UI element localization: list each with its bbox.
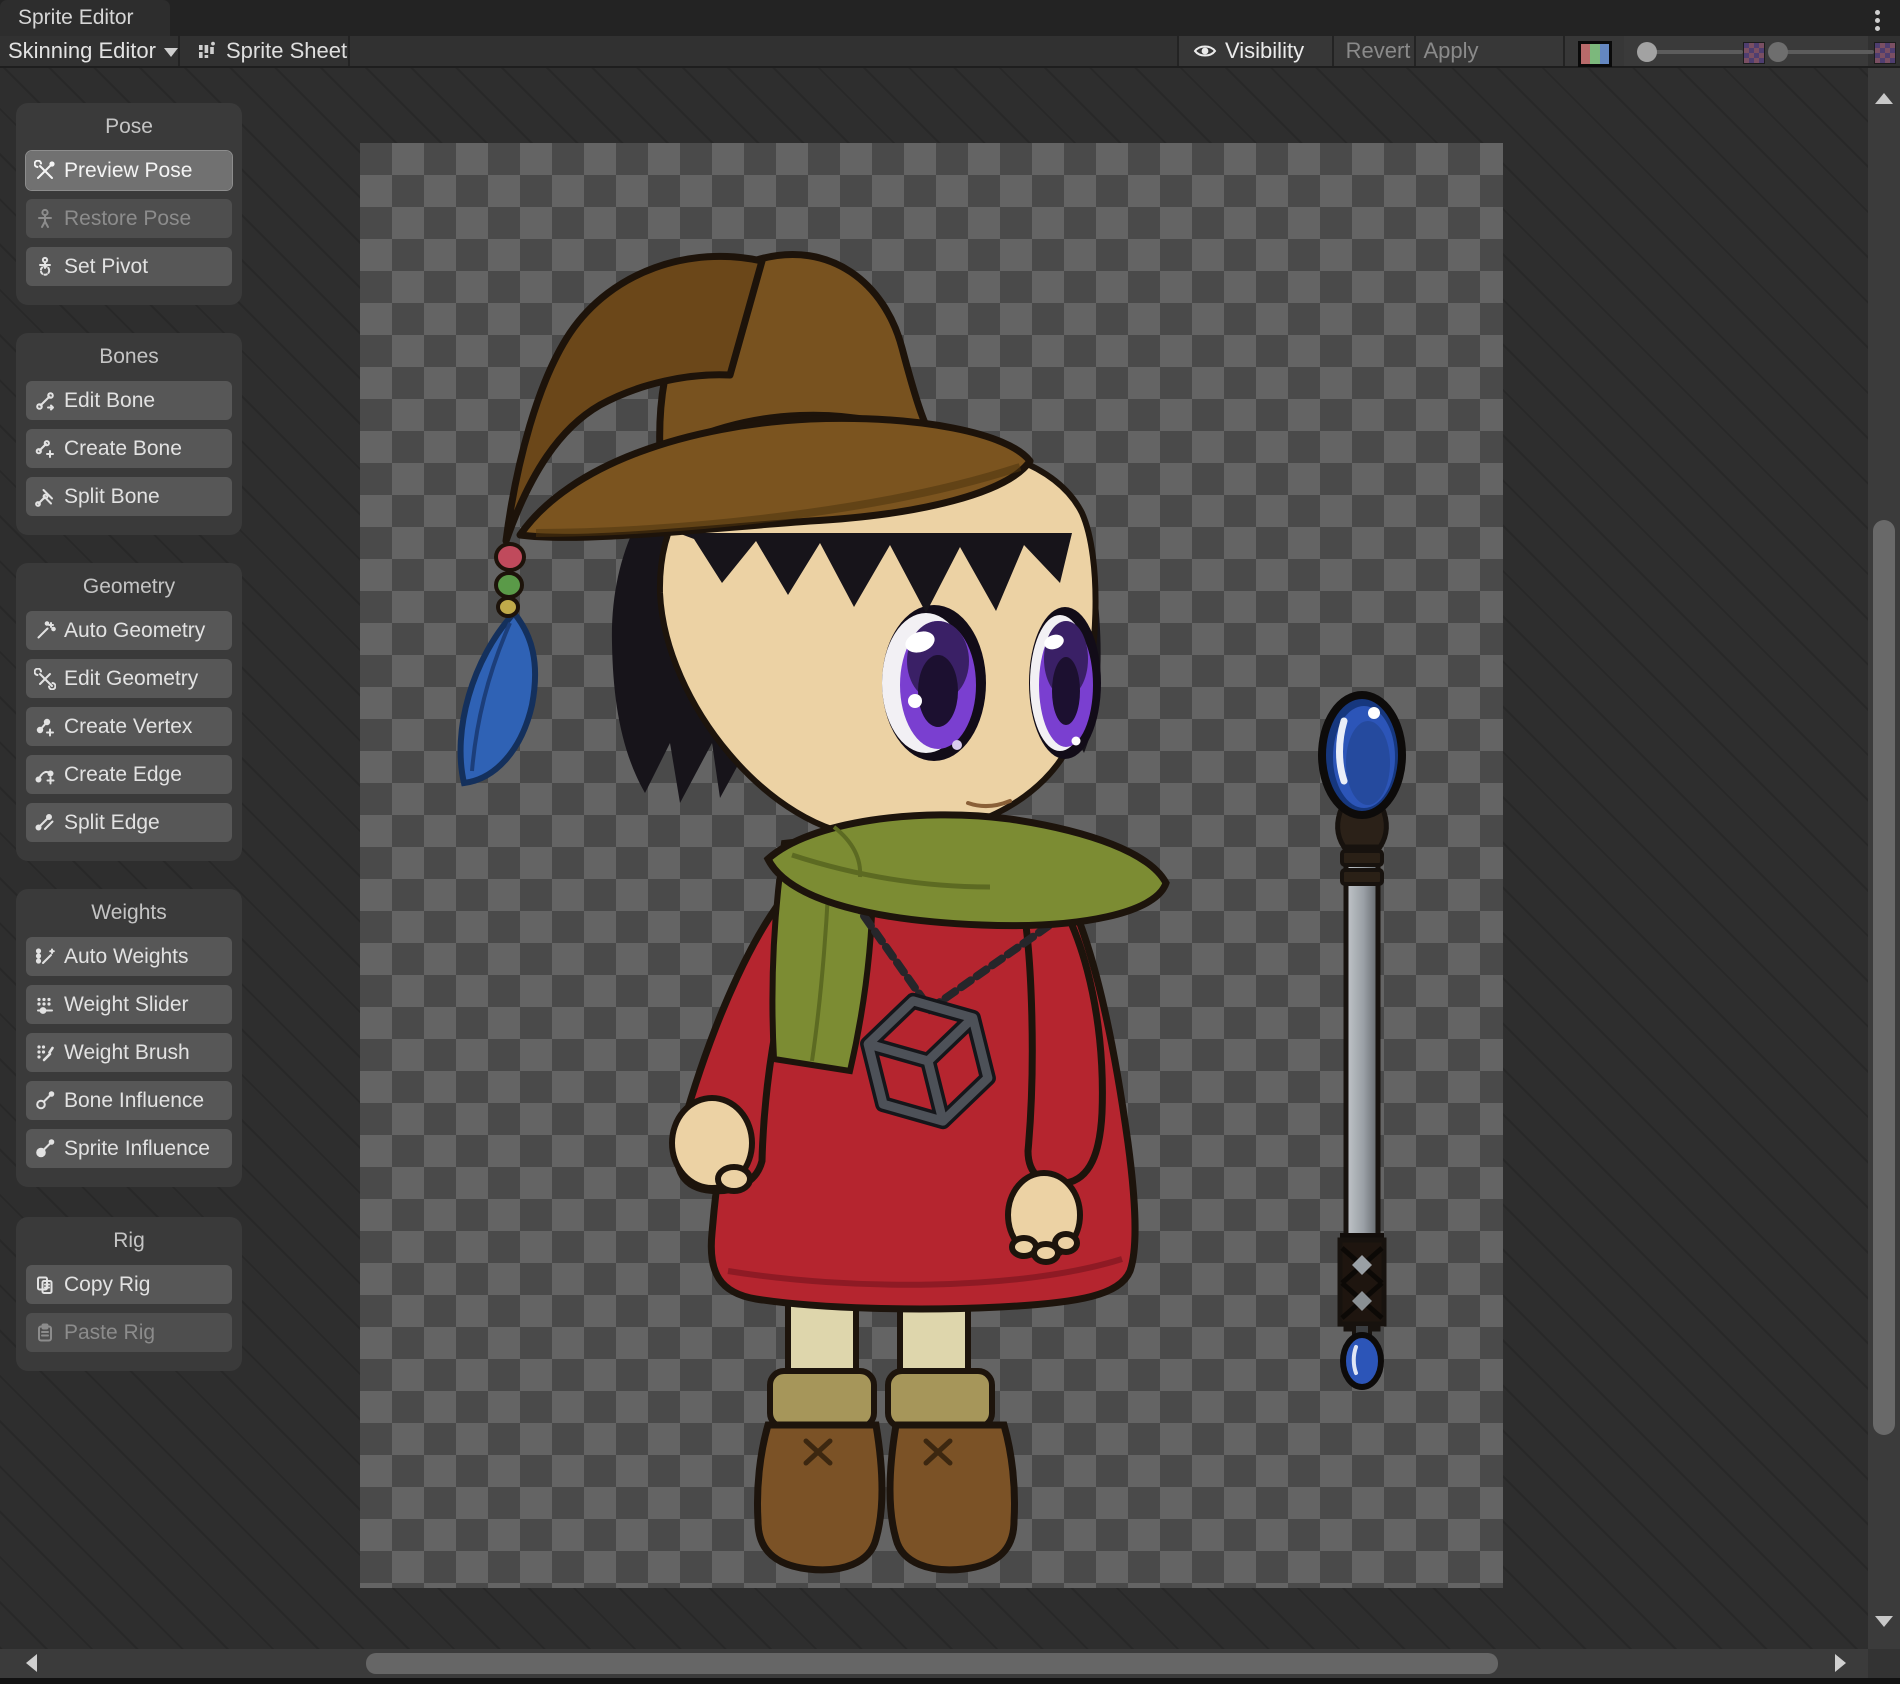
left-eye — [882, 605, 986, 761]
sprite-canvas[interactable] — [360, 143, 1503, 1588]
vertical-scroll-thumb[interactable] — [1873, 520, 1895, 1435]
restore-pose-icon — [34, 208, 56, 230]
slider-knob[interactable] — [1768, 42, 1788, 62]
set-pivot-icon — [34, 256, 56, 278]
scroll-up-icon[interactable] — [1875, 93, 1893, 104]
scroll-right-icon[interactable] — [1835, 1654, 1846, 1672]
staff-sprite — [1322, 695, 1402, 1387]
create-bone-button[interactable]: Create Bone — [26, 429, 232, 468]
edit-geometry-icon — [34, 668, 56, 690]
opacity-slider-1[interactable] — [1637, 36, 1763, 66]
right-eye — [1029, 607, 1101, 759]
set-pivot-button[interactable]: Set Pivot — [26, 247, 232, 286]
scroll-left-icon[interactable] — [26, 1654, 37, 1672]
chevron-down-icon — [164, 48, 178, 57]
restore-pose-button[interactable]: Restore Pose — [26, 199, 232, 238]
slider-knob[interactable] — [1637, 42, 1657, 62]
sprite-sheet-icon — [196, 40, 218, 62]
hat-feather-ornament — [461, 541, 536, 783]
create-vertex-icon — [34, 716, 56, 738]
window-bottom-edge — [0, 1678, 1900, 1684]
window-tab-bar: Sprite Editor — [0, 0, 1900, 36]
paste-rig-button[interactable]: Paste Rig — [26, 1313, 232, 1352]
tab-sprite-editor[interactable]: Sprite Editor — [0, 0, 170, 36]
preview-pose-button[interactable]: Preview Pose — [26, 151, 232, 190]
create-bone-icon — [34, 438, 56, 460]
skinning-workspace[interactable]: Pose Preview Pose Restore Pose S — [0, 68, 1868, 1649]
split-bone-icon — [34, 486, 56, 508]
sprite-sheet-button[interactable]: Sprite Sheet — [196, 36, 347, 66]
horizontal-scroll-thumb[interactable] — [366, 1653, 1498, 1674]
horizontal-scrollbar[interactable] — [0, 1649, 1868, 1678]
panel-title: Geometry — [26, 575, 232, 599]
sprite-sheet-label: Sprite Sheet — [226, 38, 347, 64]
rgb-swatch-icon[interactable] — [1578, 41, 1612, 67]
panel-pose: Pose Preview Pose Restore Pose S — [16, 103, 242, 305]
edit-bone-icon — [34, 390, 56, 412]
auto-weights-button[interactable]: Auto Weights — [26, 937, 232, 976]
sprite-influence-icon — [34, 1138, 56, 1160]
split-edge-icon — [34, 812, 56, 834]
bone-influence-button[interactable]: Bone Influence — [26, 1081, 232, 1120]
apply-button[interactable]: Apply — [1420, 36, 1482, 66]
panel-title: Weights — [26, 901, 232, 925]
sprite-editor-window: Sprite Editor Skinning Editor Sprite She… — [0, 0, 1900, 1684]
panel-geometry: Geometry Auto Geometry Edit Geometry — [16, 563, 242, 861]
panel-bones: Bones Edit Bone Create Bone — [16, 333, 242, 535]
texture-checker-icon — [1743, 42, 1765, 64]
visibility-button[interactable]: Visibility — [1192, 36, 1304, 66]
kebab-menu-icon[interactable] — [1870, 7, 1884, 31]
panel-title: Rig — [26, 1229, 232, 1253]
bone-influence-icon — [34, 1090, 56, 1112]
split-bone-button[interactable]: Split Bone — [26, 477, 232, 516]
edit-geometry-button[interactable]: Edit Geometry — [26, 659, 232, 698]
paste-rig-icon — [34, 1322, 56, 1344]
panel-title: Bones — [26, 345, 232, 369]
create-edge-icon — [34, 764, 56, 786]
witch-hat — [506, 254, 1030, 541]
eye-icon — [1192, 42, 1218, 60]
toolbar: Skinning Editor Sprite Sheet Visibility — [0, 36, 1900, 68]
weight-brush-icon — [34, 1042, 56, 1064]
character-sprite — [360, 143, 1503, 1588]
panel-weights: Weights Auto Weights Weight Slider — [16, 889, 242, 1187]
create-edge-button[interactable]: Create Edge — [26, 755, 232, 794]
slider-track[interactable] — [1778, 50, 1874, 54]
skinning-editor-label: Skinning Editor — [8, 38, 156, 64]
sprite-influence-button[interactable]: Sprite Influence — [26, 1129, 232, 1168]
auto-weights-icon — [34, 946, 56, 968]
skinning-editor-dropdown[interactable]: Skinning Editor — [8, 36, 178, 66]
auto-geometry-icon — [34, 620, 56, 642]
weight-brush-button[interactable]: Weight Brush — [26, 1033, 232, 1072]
slider-track[interactable] — [1647, 50, 1743, 54]
edit-bone-button[interactable]: Edit Bone — [26, 381, 232, 420]
panel-title: Pose — [26, 115, 232, 139]
copy-rig-button[interactable]: Copy Rig — [26, 1265, 232, 1304]
vertical-scrollbar[interactable] — [1868, 68, 1900, 1649]
opacity-slider-2[interactable] — [1768, 36, 1894, 66]
panel-rig: Rig Copy Rig Paste Rig — [16, 1217, 242, 1371]
revert-button[interactable]: Revert — [1343, 36, 1413, 66]
auto-geometry-button[interactable]: Auto Geometry — [26, 611, 232, 650]
weight-slider-icon — [34, 994, 56, 1016]
scroll-down-icon[interactable] — [1875, 1616, 1893, 1627]
weight-slider-button[interactable]: Weight Slider — [26, 985, 232, 1024]
create-vertex-button[interactable]: Create Vertex — [26, 707, 232, 746]
split-edge-button[interactable]: Split Edge — [26, 803, 232, 842]
visibility-label: Visibility — [1225, 38, 1304, 64]
copy-rig-icon — [34, 1274, 56, 1296]
texture-checker-icon — [1874, 42, 1896, 64]
preview-pose-icon — [34, 160, 56, 182]
